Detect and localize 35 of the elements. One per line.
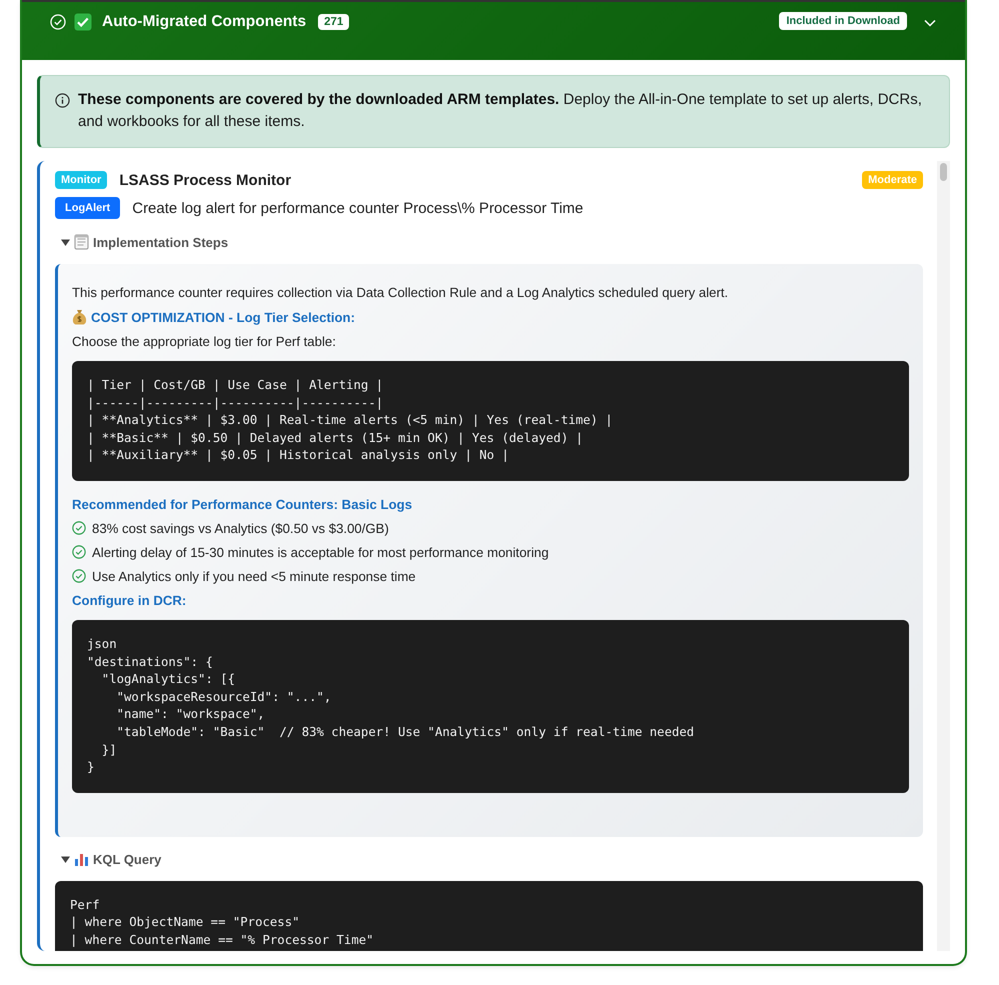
check-circle-icon [72,569,86,584]
paragraph-text: This performance counter requires collection via Data Collection Rule and a Log Analytics scheduled query alert. [72,285,730,300]
count-badge: 271 [318,14,350,30]
subheading: Configure in DCR: [72,592,186,608]
bar-chart-icon [74,852,89,867]
severity-badge: Moderate [862,171,923,189]
component-description: Create log alert for performance counter Process\% Processor Time [132,200,584,216]
paragraph-text: Choose the appropriate log tier for Perf table: [72,334,337,349]
caret-icon[interactable] [61,854,70,864]
subheading: COST OPTIMIZATION - Log Tier Selection: [91,310,355,324]
code-block: | Tier | Cost/GB | Use Case | Alerting | |------|---------|----------|----------| | **Analytics** | $3.00 | Real-time alerts (<5 min) | Yes (real-time) | | **Basic** | $0.50 | Delayed alerts (15+ min OK) | Yes (delayed) | | **Auxiliary** | $0.05 | Historical analysis only | No | [72,361,909,481]
section-toggle[interactable]: Implementation Steps [93,234,228,250]
category-badge: Monitor [55,171,108,189]
check-circle-icon [72,521,86,536]
scrollbar[interactable] [937,161,950,951]
subheading: Recommended for Performance Counters: Basic Logs [72,496,412,512]
check-box-icon [74,13,92,31]
info-icon [55,93,70,108]
notice-text: These components are covered by the downloaded ARM templates. Deploy the All-in-One template to set up alerts, DCRs, and workbooks for all these items. [78,90,923,132]
list-item-text: Use Analytics only if you need <5 minute response time [92,568,416,584]
section-toggle[interactable]: KQL Query [93,852,162,867]
list-item-text: 83% cost savings vs Analytics ($0.50 vs $3.00/GB) [92,520,389,536]
type-badge: LogAlert [55,197,120,219]
list-item-text: Alerting delay of 15-30 minutes is acceptable for most performance monitoring [92,544,549,560]
check-circle-icon [50,14,66,30]
section-title: Auto-Migrated Components [102,13,306,31]
clipboard-icon [74,234,89,250]
section-header[interactable]: Auto-Migrated Components 271 Included in Download [22,0,965,60]
check-circle-icon [72,545,86,560]
caret-icon[interactable] [61,238,70,246]
code-block: json "destinations": { "logAnalytics": [{ "workspaceResourceId": "...", "name": "workspace", "tableMode": "Basic" // 83% cheaper! Use "Analytics" only if real-time needed }] } [72,620,909,793]
code-block: Perf | where ObjectName == "Process" | where CounterName == "% Processor Time" [55,880,923,951]
component-name: LSASS Process Monitor [119,172,292,188]
download-badge: Included in Download [779,12,907,30]
money-bag-icon [72,309,87,325]
